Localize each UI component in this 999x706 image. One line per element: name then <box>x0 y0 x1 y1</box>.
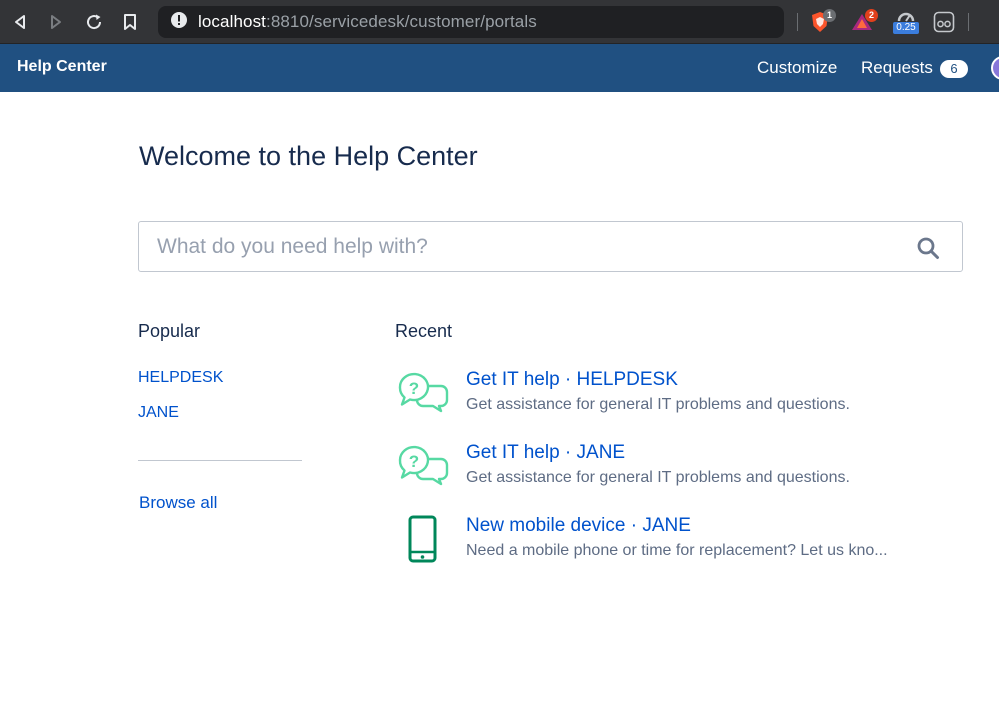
recent-heading: Recent <box>395 321 453 341</box>
url-text: localhost:8810/servicedesk/customer/port… <box>198 12 537 31</box>
rewards-icon[interactable]: 2 <box>848 9 878 35</box>
site-info-icon[interactable] <box>170 11 188 34</box>
speed-value-badge: 0.25 <box>893 22 919 34</box>
search-input[interactable] <box>157 234 897 260</box>
brave-count-badge: 1 <box>823 9 836 22</box>
recent-item-title[interactable]: Get IT help · HELPDESK <box>466 369 678 391</box>
requests-count-badge: 6 <box>940 60 968 78</box>
recent-item[interactable]: ? Get IT help · HELPDESK Get assistance … <box>396 369 956 429</box>
address-bar[interactable]: localhost:8810/servicedesk/customer/port… <box>158 6 784 38</box>
chat-question-icon: ? <box>396 369 450 415</box>
browse-all-link[interactable]: Browse all <box>139 493 217 513</box>
search-box <box>138 221 963 272</box>
reader-mode-icon[interactable] <box>932 9 956 35</box>
recent-item-description: Need a mobile phone or time for replacem… <box>466 542 888 559</box>
popular-divider <box>138 460 302 461</box>
recent-item[interactable]: ? Get IT help · JANE Get assistance for … <box>396 442 956 502</box>
toolbar-divider <box>797 13 798 31</box>
bookmark-icon[interactable] <box>118 10 142 34</box>
speed-extension-icon[interactable]: 0.25 <box>890 9 922 35</box>
forward-icon[interactable] <box>44 10 68 34</box>
brave-shields-icon[interactable]: 1 <box>808 9 836 35</box>
customize-link[interactable]: Customize <box>757 58 837 78</box>
toolbar-divider <box>968 13 969 31</box>
svg-text:?: ? <box>409 379 419 398</box>
requests-link[interactable]: Requests <box>861 58 933 78</box>
browser-toolbar: localhost:8810/servicedesk/customer/port… <box>0 0 999 44</box>
mobile-phone-icon <box>396 515 450 563</box>
recent-item-description: Get assistance for general IT problems a… <box>466 396 850 413</box>
help-center-link[interactable]: Help Center <box>17 58 107 76</box>
search-icon[interactable] <box>916 236 940 260</box>
recent-item[interactable]: New mobile device · JANE Need a mobile p… <box>396 515 956 575</box>
back-icon[interactable] <box>8 10 32 34</box>
page-title: Welcome to the Help Center <box>139 141 478 171</box>
app-header: Help Center Customize Requests 6 <box>0 44 999 92</box>
recent-item-title[interactable]: New mobile device · JANE <box>466 515 691 537</box>
rewards-count-badge: 2 <box>865 9 878 22</box>
popular-heading: Popular <box>138 321 201 341</box>
svg-text:?: ? <box>409 452 419 471</box>
reload-icon[interactable] <box>82 10 106 34</box>
recent-item-title[interactable]: Get IT help · JANE <box>466 442 625 464</box>
popular-item-jane[interactable]: JANE <box>138 404 179 422</box>
chat-question-icon: ? <box>396 442 450 488</box>
recent-item-description: Get assistance for general IT problems a… <box>466 469 850 486</box>
popular-item-helpdesk[interactable]: HELPDESK <box>138 369 223 387</box>
